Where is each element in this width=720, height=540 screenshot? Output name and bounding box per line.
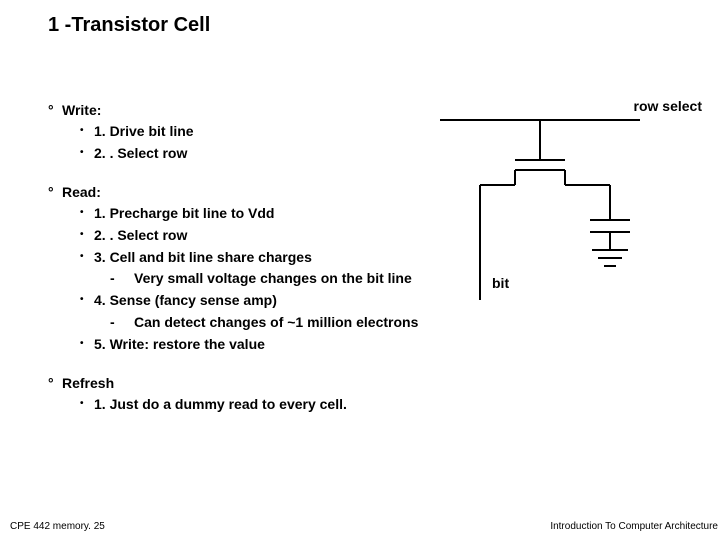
list-subitem: Can detect changes of ~1 million electro… bbox=[48, 312, 710, 334]
write-heading: Write: bbox=[48, 100, 710, 121]
list-item: 1. Just do a dummy read to every cell. bbox=[48, 394, 710, 416]
slide-content: Write: 1. Drive bit line 2. . Select row… bbox=[48, 100, 710, 434]
list-item: 1. Drive bit line bbox=[48, 121, 710, 143]
slide-title: 1 -Transistor Cell bbox=[48, 14, 210, 37]
list-item: 1. Precharge bit line to Vdd bbox=[48, 203, 710, 225]
footer-left: CPE 442 memory. 25 bbox=[10, 521, 105, 532]
list-item: 2. . Select row bbox=[48, 225, 710, 247]
read-heading: Read: bbox=[48, 182, 710, 203]
refresh-heading: Refresh bbox=[48, 373, 710, 394]
footer-right: Introduction To Computer Architecture bbox=[550, 521, 718, 532]
read-section: Read: 1. Precharge bit line to Vdd 2. . … bbox=[48, 182, 710, 355]
list-item: 5. Write: restore the value bbox=[48, 334, 710, 356]
refresh-section: Refresh 1. Just do a dummy read to every… bbox=[48, 373, 710, 416]
write-section: Write: 1. Drive bit line 2. . Select row bbox=[48, 100, 710, 164]
list-item: 4. Sense (fancy sense amp) bbox=[48, 290, 710, 312]
list-subitem: Very small voltage changes on the bit li… bbox=[48, 268, 710, 290]
list-item: 3. Cell and bit line share charges bbox=[48, 247, 710, 269]
list-item: 2. . Select row bbox=[48, 143, 710, 165]
